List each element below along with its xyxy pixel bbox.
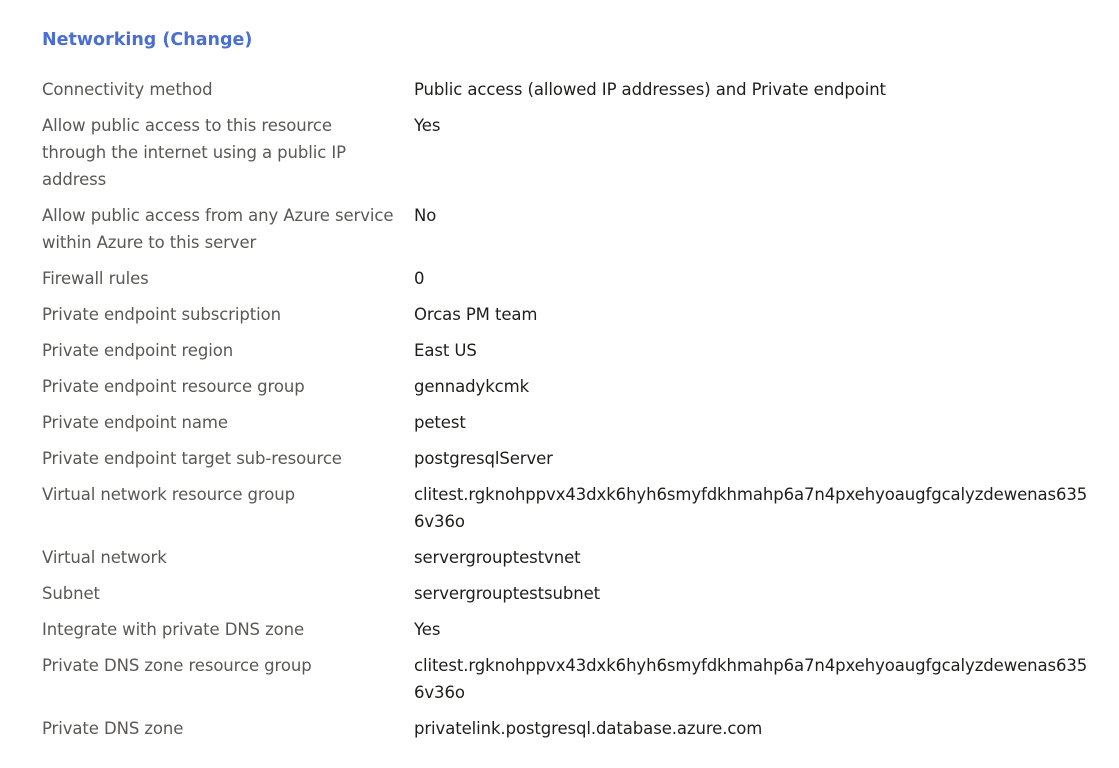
row-value: Orcas PM team <box>414 305 538 324</box>
row-label: Allow public access from any Azure servi… <box>42 206 394 252</box>
row-label: Integrate with private DNS zone <box>42 620 305 639</box>
summary-row-private-endpoint-region: Private endpoint region East US <box>42 337 1102 364</box>
row-value: privatelink.postgresql.database.azure.co… <box>414 719 763 738</box>
row-label: Private endpoint region <box>42 341 234 360</box>
row-value: No <box>414 206 437 225</box>
summary-row-firewall-rules: Firewall rules 0 <box>42 265 1102 292</box>
summary-row-private-endpoint-name: Private endpoint name petest <box>42 409 1102 436</box>
row-label: Private DNS zone <box>42 719 184 738</box>
row-label: Virtual network resource group <box>42 485 295 504</box>
summary-row-allow-public-access-internet: Allow public access to this resource thr… <box>42 112 1102 193</box>
summary-row-private-endpoint-target-subresource: Private endpoint target sub-resource pos… <box>42 445 1102 472</box>
row-value: servergrouptestvnet <box>414 548 581 567</box>
section-title: Networking <box>42 30 157 50</box>
row-label: Virtual network <box>42 548 167 567</box>
row-label: Private endpoint name <box>42 413 228 432</box>
row-label: Private DNS zone resource group <box>42 656 312 675</box>
summary-row-virtual-network: Virtual network servergrouptestvnet <box>42 544 1102 571</box>
row-label: Firewall rules <box>42 269 149 288</box>
row-label: Connectivity method <box>42 80 213 99</box>
row-label: Subnet <box>42 584 100 603</box>
row-value: Public access (allowed IP addresses) and… <box>414 80 886 99</box>
summary-row-subnet: Subnet servergrouptestsubnet <box>42 580 1102 607</box>
summary-row-integrate-private-dns: Integrate with private DNS zone Yes <box>42 616 1102 643</box>
row-label: Private endpoint target sub-resource <box>42 449 342 468</box>
row-value: Yes <box>414 116 441 135</box>
networking-section: Networking (Change) Connectivity method … <box>42 26 1102 751</box>
row-value: clitest.rgknohppvx43dxk6hyh6smyfdkhmahp6… <box>414 656 1088 702</box>
row-value: postgresqlServer <box>414 449 553 468</box>
row-value: clitest.rgknohppvx43dxk6hyh6smyfdkhmahp6… <box>414 485 1088 531</box>
row-value: gennadykcmk <box>414 377 530 396</box>
row-value: servergrouptestsubnet <box>414 584 601 603</box>
row-label: Private endpoint resource group <box>42 377 305 396</box>
row-value: East US <box>414 341 477 360</box>
row-label: Allow public access to this resource thr… <box>42 116 346 189</box>
row-value: 0 <box>414 269 425 288</box>
summary-rows: Connectivity method Public access (allow… <box>42 76 1102 751</box>
row-label: Private endpoint subscription <box>42 305 281 324</box>
summary-row-allow-azure-services: Allow public access from any Azure servi… <box>42 202 1102 256</box>
summary-row-vnet-resource-group: Virtual network resource group clitest.r… <box>42 481 1102 535</box>
section-header: Networking (Change) <box>42 26 1102 54</box>
row-value: Yes <box>414 620 441 639</box>
row-value: petest <box>414 413 466 432</box>
summary-row-private-dns-zone: Private DNS zone privatelink.postgresql.… <box>42 715 1102 742</box>
summary-row-private-endpoint-resource-group: Private endpoint resource group gennadyk… <box>42 373 1102 400</box>
summary-row-connectivity-method: Connectivity method Public access (allow… <box>42 76 1102 103</box>
summary-row-private-endpoint-subscription: Private endpoint subscription Orcas PM t… <box>42 301 1102 328</box>
summary-row-private-dns-resource-group: Private DNS zone resource group clitest.… <box>42 652 1102 706</box>
change-link[interactable]: (Change) <box>162 30 252 50</box>
